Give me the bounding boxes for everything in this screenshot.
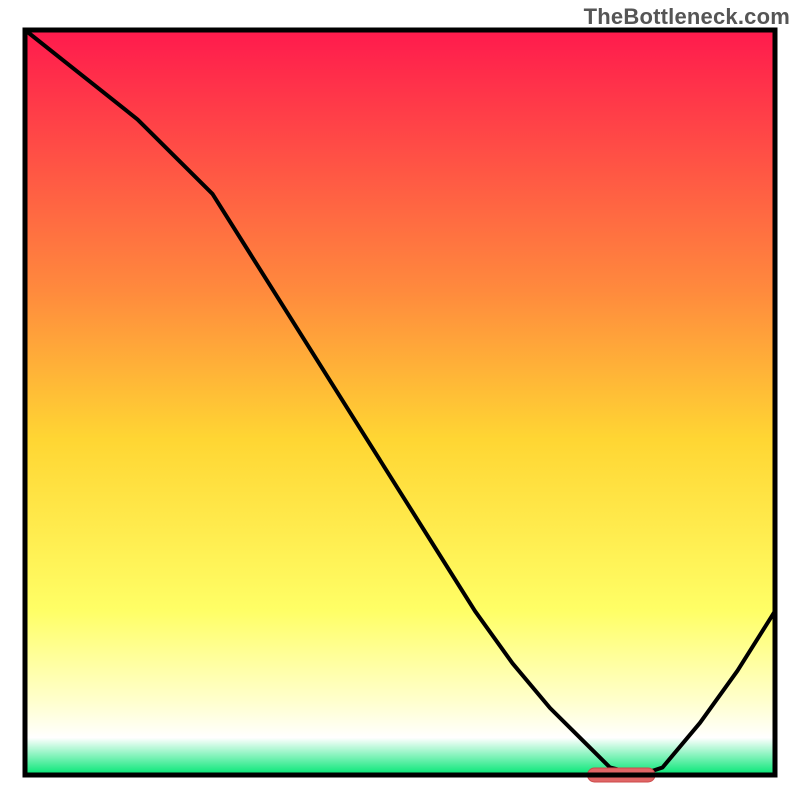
plot-area	[25, 30, 775, 782]
chart-container: { "watermark": "TheBottleneck.com", "col…	[0, 0, 800, 800]
bottleneck-chart	[0, 0, 800, 800]
watermark-text: TheBottleneck.com	[584, 4, 790, 30]
gradient-background	[25, 30, 775, 775]
